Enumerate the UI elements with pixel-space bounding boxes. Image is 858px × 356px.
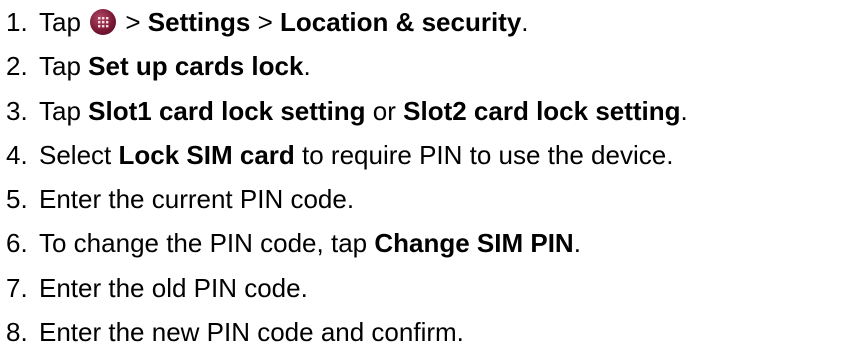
instruction-steps: 1. Tap > Settings > Location & security. 2… [0, 0, 858, 354]
step-text: Enter the current PIN code. [39, 184, 354, 214]
ui-term: Slot1 card lock setting [88, 95, 366, 126]
step-phrase: to require PIN to use the device. [294, 139, 674, 170]
step-item: 7. Enter the old PIN code. [0, 266, 858, 310]
step-item: 5. Enter the current PIN code. [0, 177, 858, 221]
step-phrase: . [680, 95, 688, 126]
ui-term: Lock SIM card [118, 139, 295, 170]
step-number: 4. [6, 139, 28, 170]
step-phrase: Tap [39, 51, 89, 82]
step-phrase: Tap [39, 95, 89, 126]
step-item: 3. Tap Slot1 card lock setting or Slot2 c… [0, 89, 858, 133]
ui-term: Set up cards lock [88, 51, 304, 82]
step-phrase: To change the PIN code, tap [39, 228, 375, 259]
step-text: Tap Slot1 card lock setting or Slot2 car… [39, 96, 688, 126]
step-phrase: or [365, 95, 404, 126]
step-number: 2. [6, 51, 28, 82]
step-phrase: . [303, 51, 311, 82]
step-phrase: > [118, 7, 148, 37]
step-phrase: Enter the current PIN code. [39, 184, 355, 214]
step-text: Tap > Settings > Location & security. [39, 7, 529, 37]
step-item: 8. Enter the new PIN code and confirm. [0, 310, 858, 354]
step-item: 6. To change the PIN code, tap Change SIM… [0, 221, 858, 265]
step-item: 4. Select Lock SIM card to require PIN to… [0, 133, 858, 177]
step-text: Enter the new PIN code and confirm. [39, 317, 464, 347]
step-phrase: > [250, 7, 281, 37]
step-number: 5. [6, 184, 28, 214]
step-number: 1. [6, 7, 28, 37]
step-text: Tap Set up cards lock. [39, 51, 311, 81]
ui-term: Slot2 card lock setting [403, 95, 681, 126]
step-number: 6. [6, 228, 28, 259]
step-number: 7. [6, 272, 28, 303]
step-phrase: Enter the old PIN code. [39, 272, 308, 303]
step-item: 2. Tap Set up cards lock. [0, 44, 858, 88]
step-number: 3. [6, 95, 28, 126]
step-phrase: Select [39, 139, 119, 170]
step-phrase: Tap [39, 7, 89, 37]
step-phrase: . [573, 228, 581, 259]
ui-term: Location & security [280, 7, 522, 37]
apps-grid-icon [90, 9, 117, 35]
ui-term: Settings [147, 7, 251, 37]
step-item: 1. Tap > Settings > Location & security. [0, 0, 858, 44]
ui-term: Change SIM PIN [374, 228, 574, 259]
step-text: To change the PIN code, tap Change SIM P… [39, 228, 581, 258]
step-text: Select Lock SIM card to require PIN to u… [39, 140, 673, 170]
step-phrase: Enter the new PIN code and confirm. [39, 316, 464, 347]
step-phrase: . [521, 7, 529, 37]
step-text: Enter the old PIN code. [39, 273, 308, 303]
step-number: 8. [6, 316, 28, 347]
